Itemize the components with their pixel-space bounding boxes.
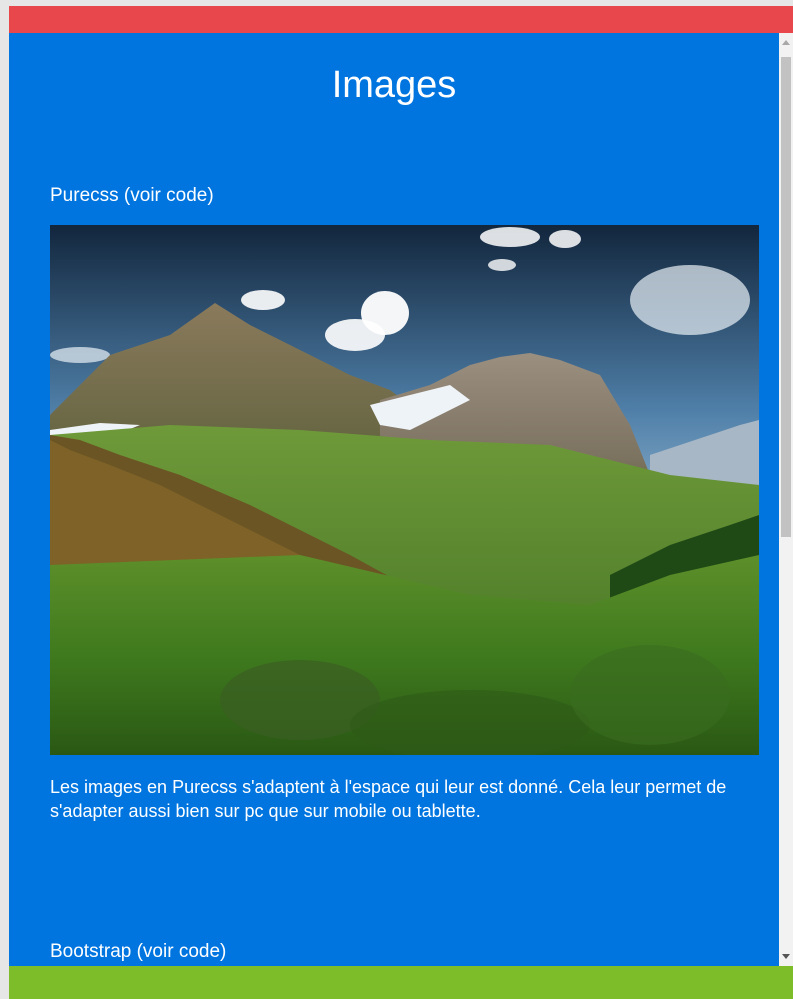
top-bar — [9, 6, 793, 33]
image-description: Les images en Purecss s'adaptent à l'esp… — [50, 777, 727, 821]
bottom-bar — [9, 966, 793, 999]
scroll-thumb[interactable] — [781, 57, 791, 537]
mountain-landscape-image — [50, 225, 759, 755]
section-name: Purecss — [50, 185, 119, 206]
scroll-up-icon[interactable] — [782, 40, 790, 45]
section-heading-purecss: Purecss (voir code) — [50, 185, 214, 207]
view-code-link[interactable]: (voir code) — [124, 185, 214, 206]
scroll-down-icon[interactable] — [782, 954, 790, 959]
main-content[interactable]: Images Purecss (voir code) Les images en… — [9, 33, 779, 966]
page-title: Images — [331, 64, 457, 106]
section-heading-bootstrap: Bootstrap (voir code) — [50, 941, 226, 963]
vertical-scrollbar[interactable] — [779, 33, 793, 966]
section-name: Bootstrap — [50, 941, 132, 962]
view-code-link[interactable]: (voir code) — [137, 941, 227, 962]
